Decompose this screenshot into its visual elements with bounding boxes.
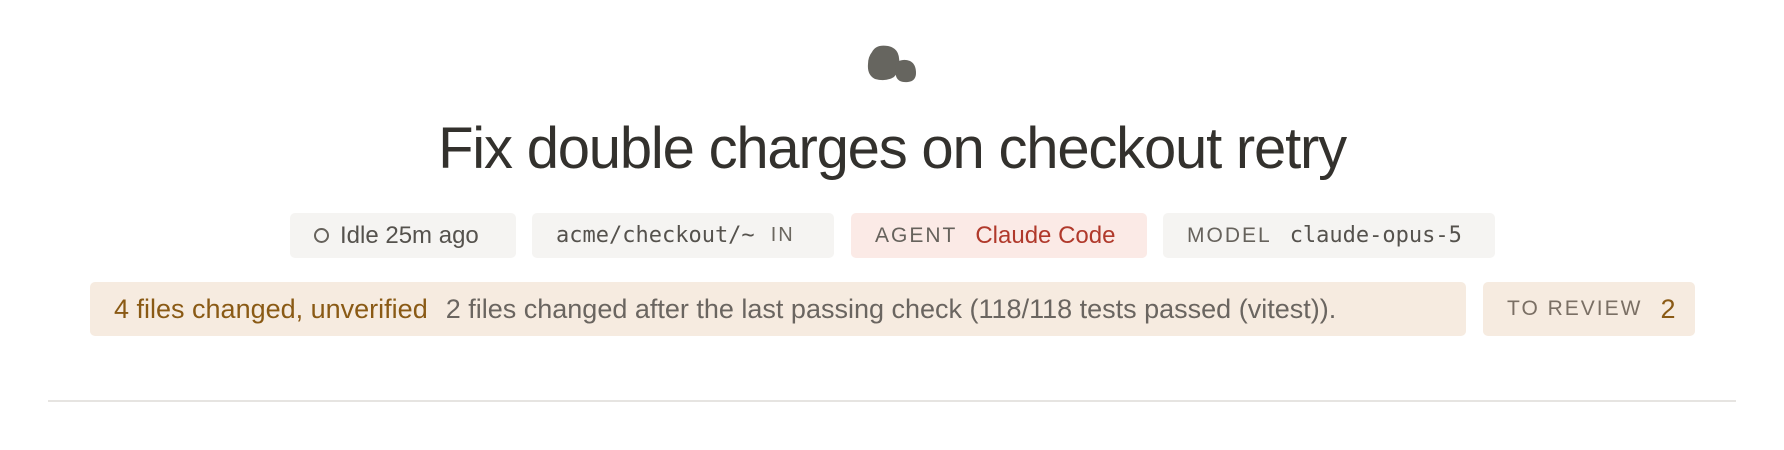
to-review-label: TO REVIEW: [1507, 297, 1643, 320]
agent-key: AGENT: [875, 223, 958, 247]
path-value: acme/checkout/~: [556, 223, 755, 248]
path-suffix: IN: [770, 224, 795, 246]
verification-detail: 2 files changed after the last passing c…: [445, 293, 1337, 324]
to-review-button[interactable]: TO REVIEW 2: [1483, 282, 1695, 336]
path-pill[interactable]: acme/checkout/~ IN: [532, 213, 834, 258]
agent-value: Claude Code: [975, 221, 1116, 249]
model-value: claude-opus-5: [1289, 223, 1462, 248]
stones-icon: [867, 45, 916, 83]
model-pill[interactable]: MODEL claude-opus-5: [1163, 213, 1495, 258]
model-key: MODEL: [1187, 223, 1272, 247]
session-header: Fix double charges on checkout retry Idl…: [0, 0, 1784, 450]
status-label: Idle 25m ago: [340, 221, 479, 249]
page-title: Fix double charges on checkout retry: [438, 116, 1347, 181]
circle-outline-icon: [314, 228, 329, 243]
to-review-count: 2: [1660, 293, 1676, 324]
verification-headline: 4 files changed, unverified: [114, 293, 428, 324]
section-divider: [48, 400, 1736, 402]
status-pill: Idle 25m ago: [290, 213, 516, 258]
agent-pill[interactable]: AGENT Claude Code: [851, 213, 1147, 258]
verification-banner: 4 files changed, unverified 2 files chan…: [90, 282, 1466, 336]
